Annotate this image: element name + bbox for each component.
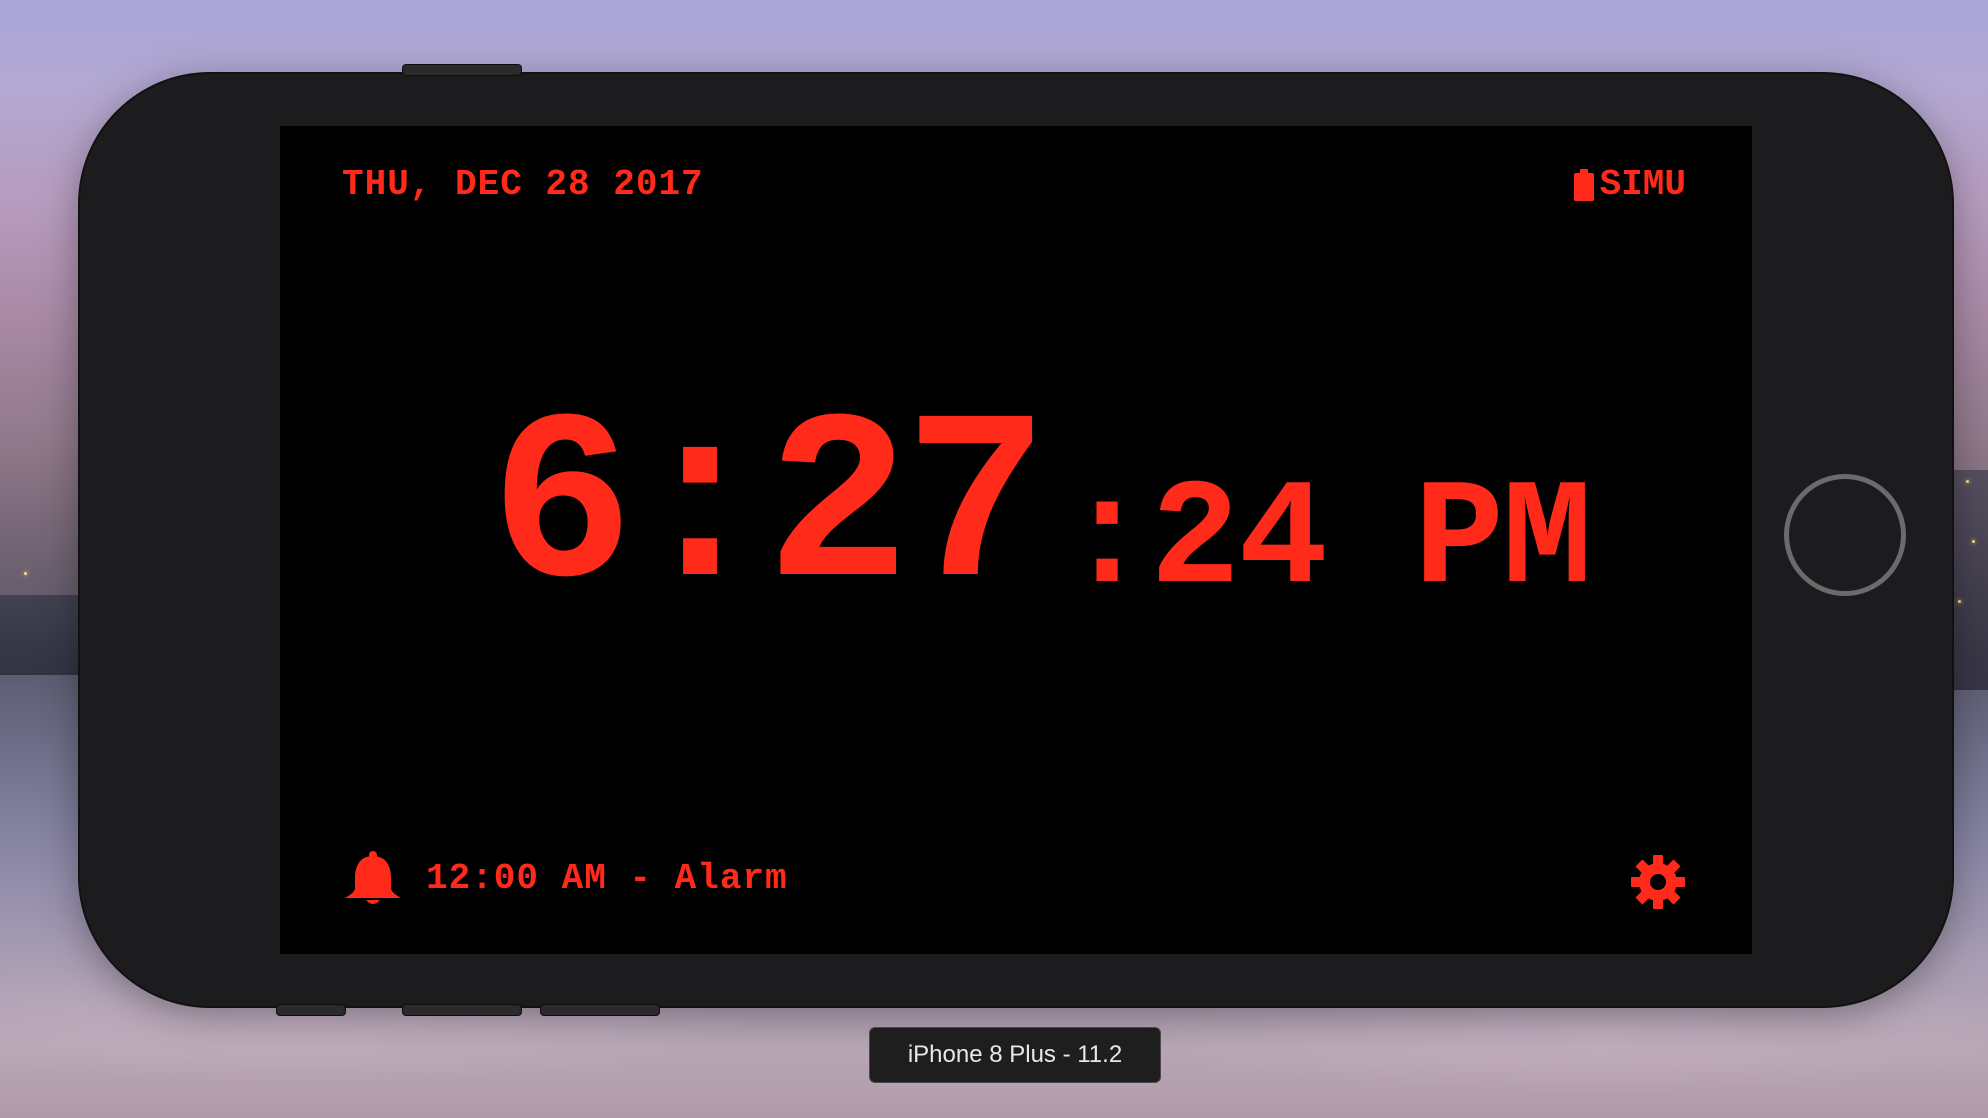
battery-label: SIMU [1599,164,1686,205]
home-button[interactable] [1784,474,1906,596]
city-light [1966,480,1969,483]
volume-up-button[interactable] [402,1004,522,1016]
simulator-device-caption: iPhone 8 Plus - 11.2 [869,1027,1161,1083]
device-screen: THU, DEC 28 2017 SIMU 6:27 :24 PM 12:00 … [280,126,1752,954]
gear-icon[interactable] [1630,854,1686,910]
iphone-simulator-device: THU, DEC 28 2017 SIMU 6:27 :24 PM 12:00 … [80,64,1952,1016]
volume-down-button[interactable] [540,1004,660,1016]
mute-switch[interactable] [276,1004,346,1016]
time-seconds-ampm: :24 PM [1062,457,1592,627]
city-light [1958,600,1961,603]
time-display: 6:27 :24 PM [490,375,1592,647]
bell-icon [345,851,401,904]
date-label: THU, DEC 28 2017 [342,164,704,205]
city-light [1972,540,1975,543]
ringer-switch[interactable] [402,64,522,76]
city-light [24,572,27,575]
time-hours-minutes: 6:27 [490,375,1048,647]
alarm-label: 12:00 AM - Alarm [426,857,788,899]
alarm-row[interactable]: 12:00 AM - Alarm [342,850,788,906]
battery-icon [1573,168,1594,201]
battery-status: SIMU [1573,164,1686,205]
wallpaper-shoreline-left [0,595,90,675]
